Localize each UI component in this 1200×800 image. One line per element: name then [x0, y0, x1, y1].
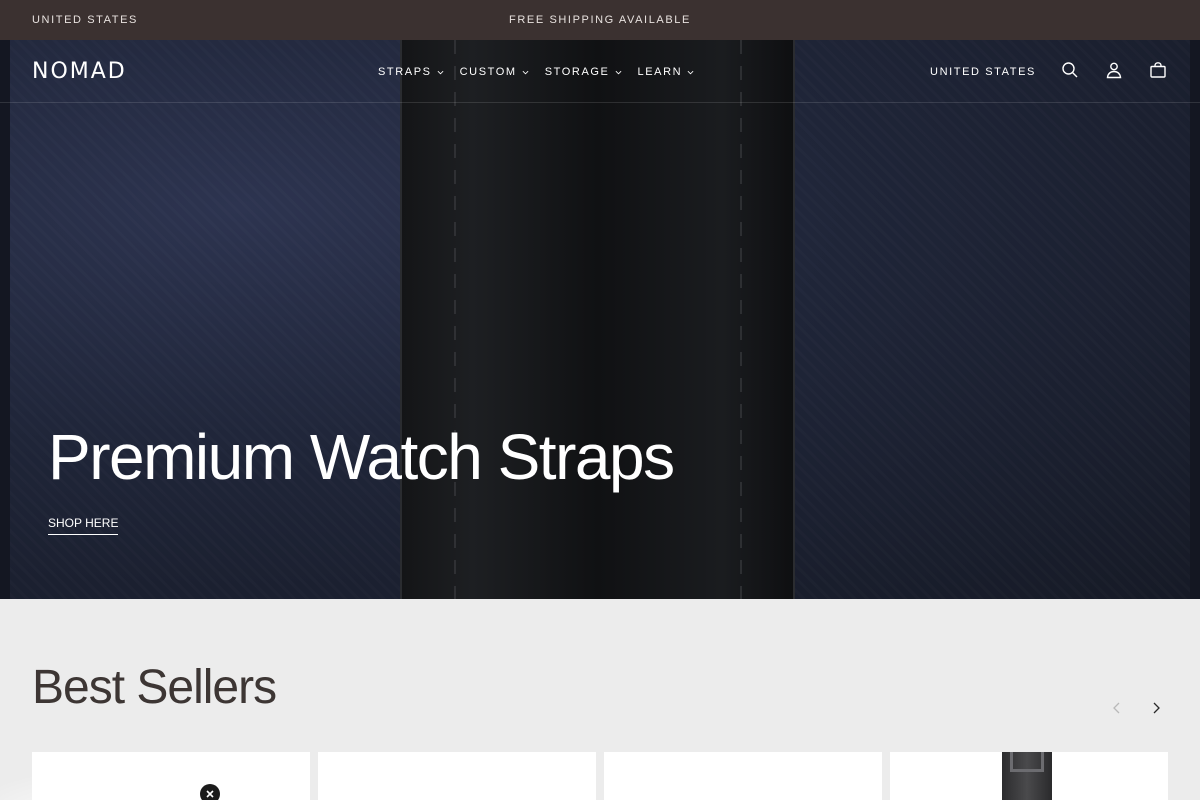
chevron-right-icon[interactable] [1148, 700, 1164, 716]
main-nav: NOMAD STRAPS CUSTOM STORAGE LEARN UNITED… [0, 40, 1200, 103]
chevron-down-icon [437, 70, 444, 74]
best-sellers-title: Best Sellers [32, 661, 277, 714]
nav-item-label: STORAGE [544, 66, 610, 78]
strap-stitch-left [454, 40, 456, 599]
cart-icon[interactable] [1148, 60, 1168, 80]
hero-edge-left [0, 40, 10, 599]
product-card[interactable] [890, 752, 1168, 800]
hero-strap-image [400, 40, 795, 599]
announcement-bar: UNITED STATES FREE SHIPPING AVAILABLE [0, 0, 1200, 40]
chevron-left-icon[interactable] [1109, 700, 1125, 716]
strap-stitch-right [740, 40, 742, 599]
hero-edge-right [1190, 40, 1200, 599]
product-card[interactable] [318, 752, 596, 800]
product-card[interactable] [604, 752, 882, 800]
nav-menu: STRAPS CUSTOM STORAGE LEARN [378, 66, 710, 78]
announcement-message: FREE SHIPPING AVAILABLE [509, 14, 691, 26]
shop-here-link[interactable]: SHOP HERE [48, 516, 119, 535]
nav-item-label: STRAPS [378, 66, 432, 78]
nav-item-label: CUSTOM [459, 66, 517, 78]
close-icon[interactable] [200, 784, 220, 800]
chevron-down-icon [522, 70, 529, 74]
nav-item-straps[interactable]: STRAPS [378, 66, 444, 78]
hero-banner: Premium Watch Straps SHOP HERE [0, 40, 1200, 599]
chevron-down-icon [687, 70, 694, 74]
account-icon[interactable] [1104, 60, 1124, 80]
nav-item-learn[interactable]: LEARN [638, 66, 695, 78]
product-buckle [1010, 752, 1044, 772]
region-selector[interactable]: UNITED STATES [930, 66, 1036, 78]
logo[interactable]: NOMAD [32, 59, 127, 84]
chevron-down-icon [615, 70, 621, 74]
search-icon[interactable] [1060, 60, 1080, 80]
nav-utilities: UNITED STATES [930, 60, 1168, 80]
nav-item-custom[interactable]: CUSTOM [460, 66, 529, 78]
nav-item-label: LEARN [637, 66, 683, 78]
hero-title: Premium Watch Straps [48, 421, 675, 493]
nav-item-storage[interactable]: STORAGE [545, 66, 622, 78]
